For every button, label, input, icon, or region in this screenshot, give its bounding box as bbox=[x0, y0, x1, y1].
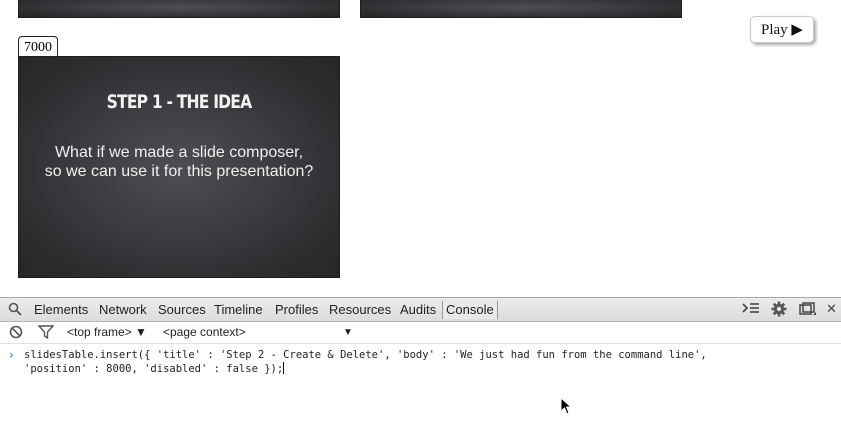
tab-sources[interactable]: Sources bbox=[158, 302, 206, 317]
frame-selector[interactable]: <top frame> ▼ bbox=[67, 325, 147, 339]
slide-thumbnail-step-1[interactable]: STEP 1 - THE IDEA What if we made a slid… bbox=[18, 56, 340, 278]
slide-thumbnail-previous-right[interactable] bbox=[360, 0, 682, 18]
tab-resources[interactable]: Resources bbox=[329, 302, 391, 317]
tab-audits[interactable]: Audits bbox=[400, 302, 436, 317]
search-icon[interactable] bbox=[8, 302, 22, 320]
text-caret bbox=[283, 362, 285, 374]
gear-icon[interactable] bbox=[771, 301, 787, 321]
devtools-toolbar: Elements Network Sources Timeline Profil… bbox=[0, 297, 841, 322]
tab-profiles[interactable]: Profiles bbox=[275, 302, 318, 317]
slide-body: What if we made a slide composer, so we … bbox=[44, 144, 314, 180]
tab-console[interactable]: Console bbox=[442, 301, 498, 319]
console-input-text: slidesTable.insert({ 'title' : 'Step 2 -… bbox=[24, 349, 707, 375]
devtools-panel: Elements Network Sources Timeline Profil… bbox=[0, 297, 841, 446]
slide-title: STEP 1 - THE IDEA bbox=[106, 91, 253, 113]
filter-icon[interactable] bbox=[37, 325, 55, 343]
console-drawer-icon[interactable] bbox=[742, 301, 760, 319]
clear-console-icon[interactable] bbox=[9, 325, 23, 343]
slide-thumbnail-previous-left[interactable] bbox=[18, 0, 340, 18]
dock-icon[interactable] bbox=[799, 302, 817, 320]
mouse-pointer-icon bbox=[560, 396, 573, 420]
context-selector[interactable]: <page context> bbox=[163, 325, 246, 339]
console-prompt-icon: › bbox=[9, 348, 14, 362]
console-input[interactable]: slidesTable.insert({ 'title' : 'Step 2 -… bbox=[24, 349, 824, 376]
console-filter-bar: <top frame> ▼ <page context> ▼ bbox=[0, 322, 841, 344]
slide-position-badge: 7000 bbox=[18, 36, 58, 57]
tab-network[interactable]: Network bbox=[99, 302, 147, 317]
close-icon[interactable]: ✕ bbox=[826, 302, 837, 317]
tab-timeline[interactable]: Timeline bbox=[214, 302, 263, 317]
tab-elements[interactable]: Elements bbox=[34, 302, 88, 317]
play-button[interactable]: Play ▶ bbox=[750, 16, 814, 43]
context-selector-arrow[interactable]: ▼ bbox=[343, 327, 353, 338]
